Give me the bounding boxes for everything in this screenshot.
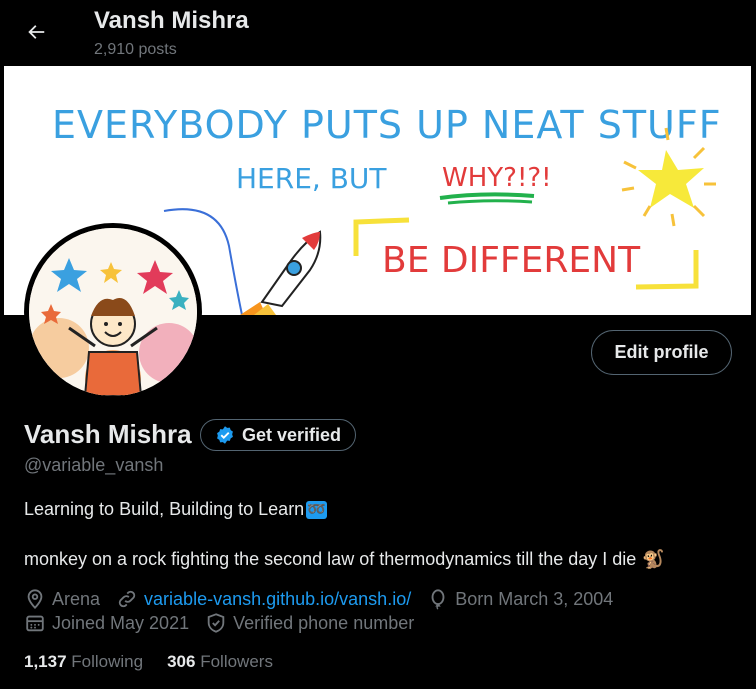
- avatar-image: [29, 228, 197, 396]
- post-count: 2,910 posts: [94, 41, 177, 58]
- following-link[interactable]: 1,137 Following: [24, 652, 143, 672]
- location-text: Arena: [52, 588, 101, 609]
- followers-link[interactable]: 306 Followers: [167, 652, 273, 672]
- get-verified-button[interactable]: Get verified: [200, 419, 357, 451]
- followers-label: Followers: [200, 652, 273, 671]
- location: Arena: [24, 588, 100, 610]
- followers-count: 306: [167, 652, 196, 671]
- joined-date: Joined May 2021: [24, 612, 189, 634]
- location-pin-icon: [27, 589, 43, 610]
- get-verified-label: Get verified: [242, 424, 342, 445]
- profile-handle: @variable_vansh: [24, 455, 164, 475]
- shield-check-icon: [207, 613, 225, 633]
- verified-phone: Verified phone number: [205, 612, 414, 634]
- header-title: Vansh Mishra: [94, 7, 249, 34]
- joined-text: Joined May 2021: [52, 612, 190, 633]
- banner-line2a: HERE, BUT: [236, 162, 387, 195]
- back-arrow-icon: [28, 25, 45, 39]
- left-border: [0, 66, 4, 689]
- right-border: [752, 66, 756, 689]
- bio-line-2-text: monkey on a rock fighting the second law…: [24, 549, 637, 569]
- following-count: 1,137: [24, 652, 67, 671]
- curly-loop-emoji: ➿: [306, 500, 327, 519]
- edit-profile-button[interactable]: Edit profile: [591, 330, 732, 375]
- follow-stats: 1,137 Following 306 Followers: [24, 652, 273, 672]
- website: variable-vansh.github.io/vansh.io/: [116, 588, 411, 610]
- birthday: Born March 3, 2004: [427, 588, 613, 610]
- following-label: Following: [71, 652, 144, 671]
- banner-line2b: WHY?!?!: [442, 163, 552, 193]
- website-link[interactable]: variable-vansh.github.io/vansh.io/: [144, 589, 411, 610]
- link-icon: [118, 590, 136, 608]
- bio-line-2: monkey on a rock fighting the second law…: [24, 549, 665, 570]
- profile-meta-row-1: Arena variable-vansh.github.io/vansh.io/…: [24, 588, 629, 610]
- back-button[interactable]: [18, 14, 54, 50]
- balloon-icon: [431, 589, 445, 610]
- verified-badge-icon: [217, 426, 233, 444]
- profile-name: Vansh Mishra: [24, 419, 192, 449]
- banner-line1: EVERYBODY PUTS UP NEAT STUFF: [52, 103, 722, 147]
- top-bar: Vansh Mishra 2,910 posts: [0, 0, 756, 64]
- calendar-icon: [26, 615, 44, 632]
- banner-line3: BE DIFFERENT: [382, 240, 641, 281]
- profile-meta-row-2: Joined May 2021 Verified phone number: [24, 612, 430, 634]
- bio-line-1-text: Learning to Build, Building to Learn: [24, 499, 305, 519]
- verified-phone-text: Verified phone number: [233, 612, 415, 633]
- avatar[interactable]: [24, 223, 202, 401]
- bio-line-1: Learning to Build, Building to Learn ➿: [24, 499, 327, 520]
- monkey-emoji: 🐒: [642, 549, 665, 569]
- birthday-text: Born March 3, 2004: [455, 588, 614, 609]
